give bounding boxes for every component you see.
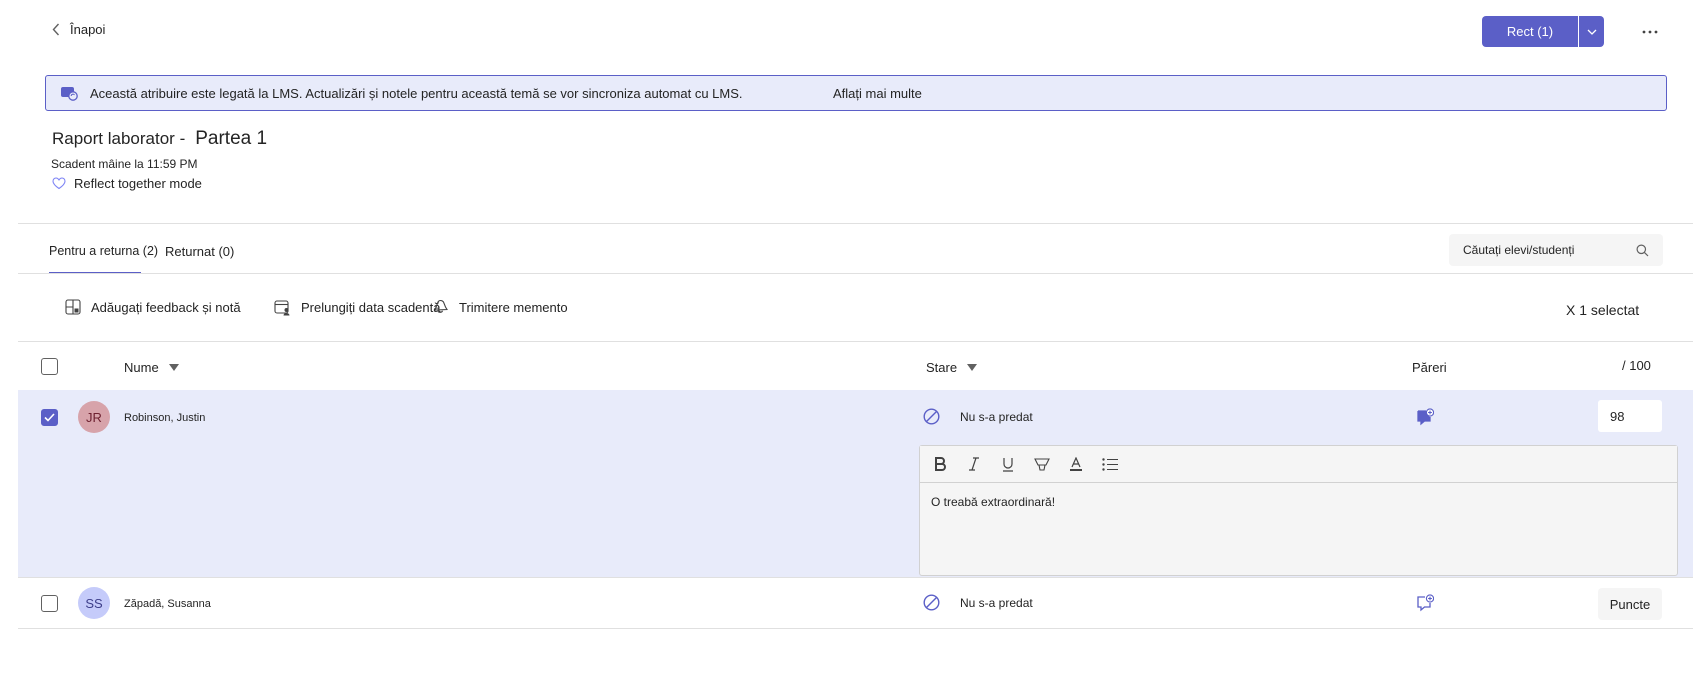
send-reminder-button[interactable]: Trimitere memento <box>432 299 568 315</box>
title-part: Partea 1 <box>195 128 268 149</box>
selected-count[interactable]: X 1 selectat <box>1566 302 1639 318</box>
heart-icon <box>52 177 66 190</box>
bullet-list-icon[interactable] <box>1100 454 1120 474</box>
divider <box>18 273 1693 274</box>
lms-banner: Această atribuire este legată la LMS. Ac… <box>45 75 1667 111</box>
row-checkbox[interactable] <box>41 595 58 612</box>
status-cell: Nu s-a predat <box>923 594 1033 611</box>
reflect-mode: Reflect together mode <box>52 176 202 191</box>
return-dropdown-button[interactable] <box>1579 16 1604 47</box>
feedback-editor: O treabă extraordinară! <box>919 445 1678 576</box>
status-column-header[interactable]: Stare <box>926 360 978 375</box>
sort-down-icon <box>967 364 978 371</box>
add-feedback-icon[interactable] <box>1416 594 1434 612</box>
more-horizontal-icon <box>1642 30 1658 34</box>
italic-icon[interactable] <box>964 454 984 474</box>
return-split-button: Rect (1) <box>1482 16 1604 47</box>
learn-more-link[interactable]: Aflați mai multe <box>833 86 922 101</box>
add-feedback-grade-button[interactable]: Adăugați feedback și notă <box>65 299 241 315</box>
checkmark-icon <box>44 413 55 422</box>
extend-due-date-label: Prelungiți data scadentă <box>301 300 441 315</box>
feedback-column-header: Păreri <box>1412 360 1447 375</box>
return-button[interactable]: Rect (1) <box>1482 16 1578 47</box>
banner-text: Această atribuire este legată la LMS. Ac… <box>90 85 743 101</box>
extend-due-date-button[interactable]: Prelungiți data scadentă <box>274 299 440 316</box>
student-name[interactable]: Zăpadă, Susanna <box>124 598 211 610</box>
add-feedback-grade-label: Adăugați feedback și notă <box>91 299 241 315</box>
row-divider <box>18 577 1693 578</box>
table-bottom-divider <box>18 628 1693 629</box>
calendar-person-icon <box>274 299 291 316</box>
divider <box>18 341 1693 342</box>
more-options-button[interactable] <box>1636 20 1664 44</box>
tab-returned[interactable]: Returnat (0) <box>165 244 234 259</box>
font-color-icon[interactable] <box>1066 454 1086 474</box>
name-column-header[interactable]: Nume <box>124 360 179 375</box>
lms-sync-icon <box>60 86 78 101</box>
row-checkbox[interactable] <box>41 409 58 426</box>
search-box <box>1449 234 1663 266</box>
not-submitted-icon <box>923 594 940 611</box>
avatar: SS <box>78 587 110 619</box>
grade-input[interactable] <box>1598 400 1662 432</box>
assignment-title: Raport laborator - Partea 1 <box>52 128 267 150</box>
sort-down-icon <box>168 364 179 371</box>
divider <box>18 223 1693 224</box>
student-name[interactable]: Robinson, Justin <box>124 412 205 424</box>
points-button[interactable]: Puncte <box>1598 588 1662 620</box>
back-button[interactable]: Înapoi <box>52 22 105 37</box>
bold-icon[interactable] <box>930 454 950 474</box>
search-input[interactable] <box>1463 243 1636 257</box>
underline-icon[interactable] <box>998 454 1018 474</box>
select-all-checkbox[interactable] <box>41 358 58 375</box>
reminder-bell-icon <box>432 299 449 315</box>
reflect-mode-label: Reflect together mode <box>74 176 202 191</box>
feedback-grade-icon <box>65 299 81 315</box>
add-feedback-icon[interactable] <box>1416 408 1434 426</box>
send-reminder-label: Trimitere memento <box>459 299 568 315</box>
status-label: Nu s-a predat <box>960 595 1033 610</box>
chevron-left-icon <box>52 23 60 36</box>
back-label: Înapoi <box>70 22 106 37</box>
avatar: JR <box>78 401 110 433</box>
tab-to-return[interactable]: Pentru a returna (2) <box>49 244 158 258</box>
not-submitted-icon <box>923 408 940 425</box>
editor-toolbar <box>920 446 1677 483</box>
chevron-down-icon <box>1587 29 1597 35</box>
feedback-text[interactable]: O treabă extraordinară! <box>920 483 1677 521</box>
name-header-label: Nume <box>124 360 159 375</box>
title-prefix: Raport laborator - <box>52 129 186 148</box>
points-column-header: / 100 <box>1622 358 1651 373</box>
status-label: Nu s-a predat <box>960 409 1033 424</box>
highlight-icon[interactable] <box>1032 454 1052 474</box>
due-date: Scadent mâine la 11:59 PM <box>51 157 198 171</box>
status-cell: Nu s-a predat <box>923 408 1033 425</box>
status-header-label: Stare <box>926 360 958 375</box>
search-icon[interactable] <box>1636 244 1649 257</box>
